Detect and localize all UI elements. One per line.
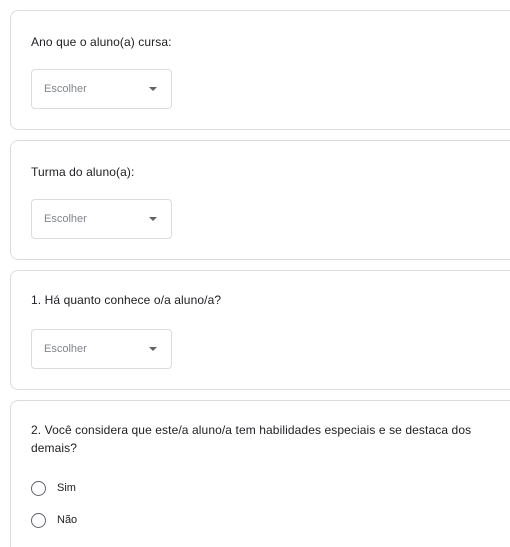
radio-button-icon[interactable] xyxy=(31,513,46,528)
caret-down-icon xyxy=(149,87,157,91)
question-title-ano: Ano que o aluno(a) cursa: xyxy=(31,35,172,49)
dropdown-conhece[interactable]: Escolher xyxy=(31,329,172,369)
caret-down-icon xyxy=(149,347,157,351)
question-card-conhece: 1. Há quanto conhece o/a aluno/a? Escolh… xyxy=(10,270,510,390)
question-title-conhece: 1. Há quanto conhece o/a aluno/a? xyxy=(31,293,222,307)
dropdown-ano[interactable]: Escolher xyxy=(31,69,172,109)
dropdown-turma[interactable]: Escolher xyxy=(31,199,172,239)
form-page: Ano que o aluno(a) cursa: Escolher Turma… xyxy=(0,0,510,547)
question-title-habilidades-line2: demais? xyxy=(31,441,78,455)
dropdown-turma-value: Escolher xyxy=(44,213,87,225)
radio-button-icon[interactable] xyxy=(31,481,46,496)
question-card-turma: Turma do aluno(a): Escolher xyxy=(10,140,510,260)
caret-down-icon xyxy=(149,217,157,221)
dropdown-conhece-value: Escolher xyxy=(44,343,87,355)
question-card-ano: Ano que o aluno(a) cursa: Escolher xyxy=(10,10,510,130)
radio-label-sim: Sim xyxy=(57,482,76,494)
question-title-habilidades-line1: 2. Você considera que este/a aluno/a tem… xyxy=(31,423,472,437)
radio-label-nao: Não xyxy=(57,514,78,526)
question-title-turma: Turma do aluno(a): xyxy=(31,165,135,179)
question-card-habilidades: 2. Você considera que este/a aluno/a tem… xyxy=(10,400,510,547)
dropdown-ano-value: Escolher xyxy=(44,83,87,95)
